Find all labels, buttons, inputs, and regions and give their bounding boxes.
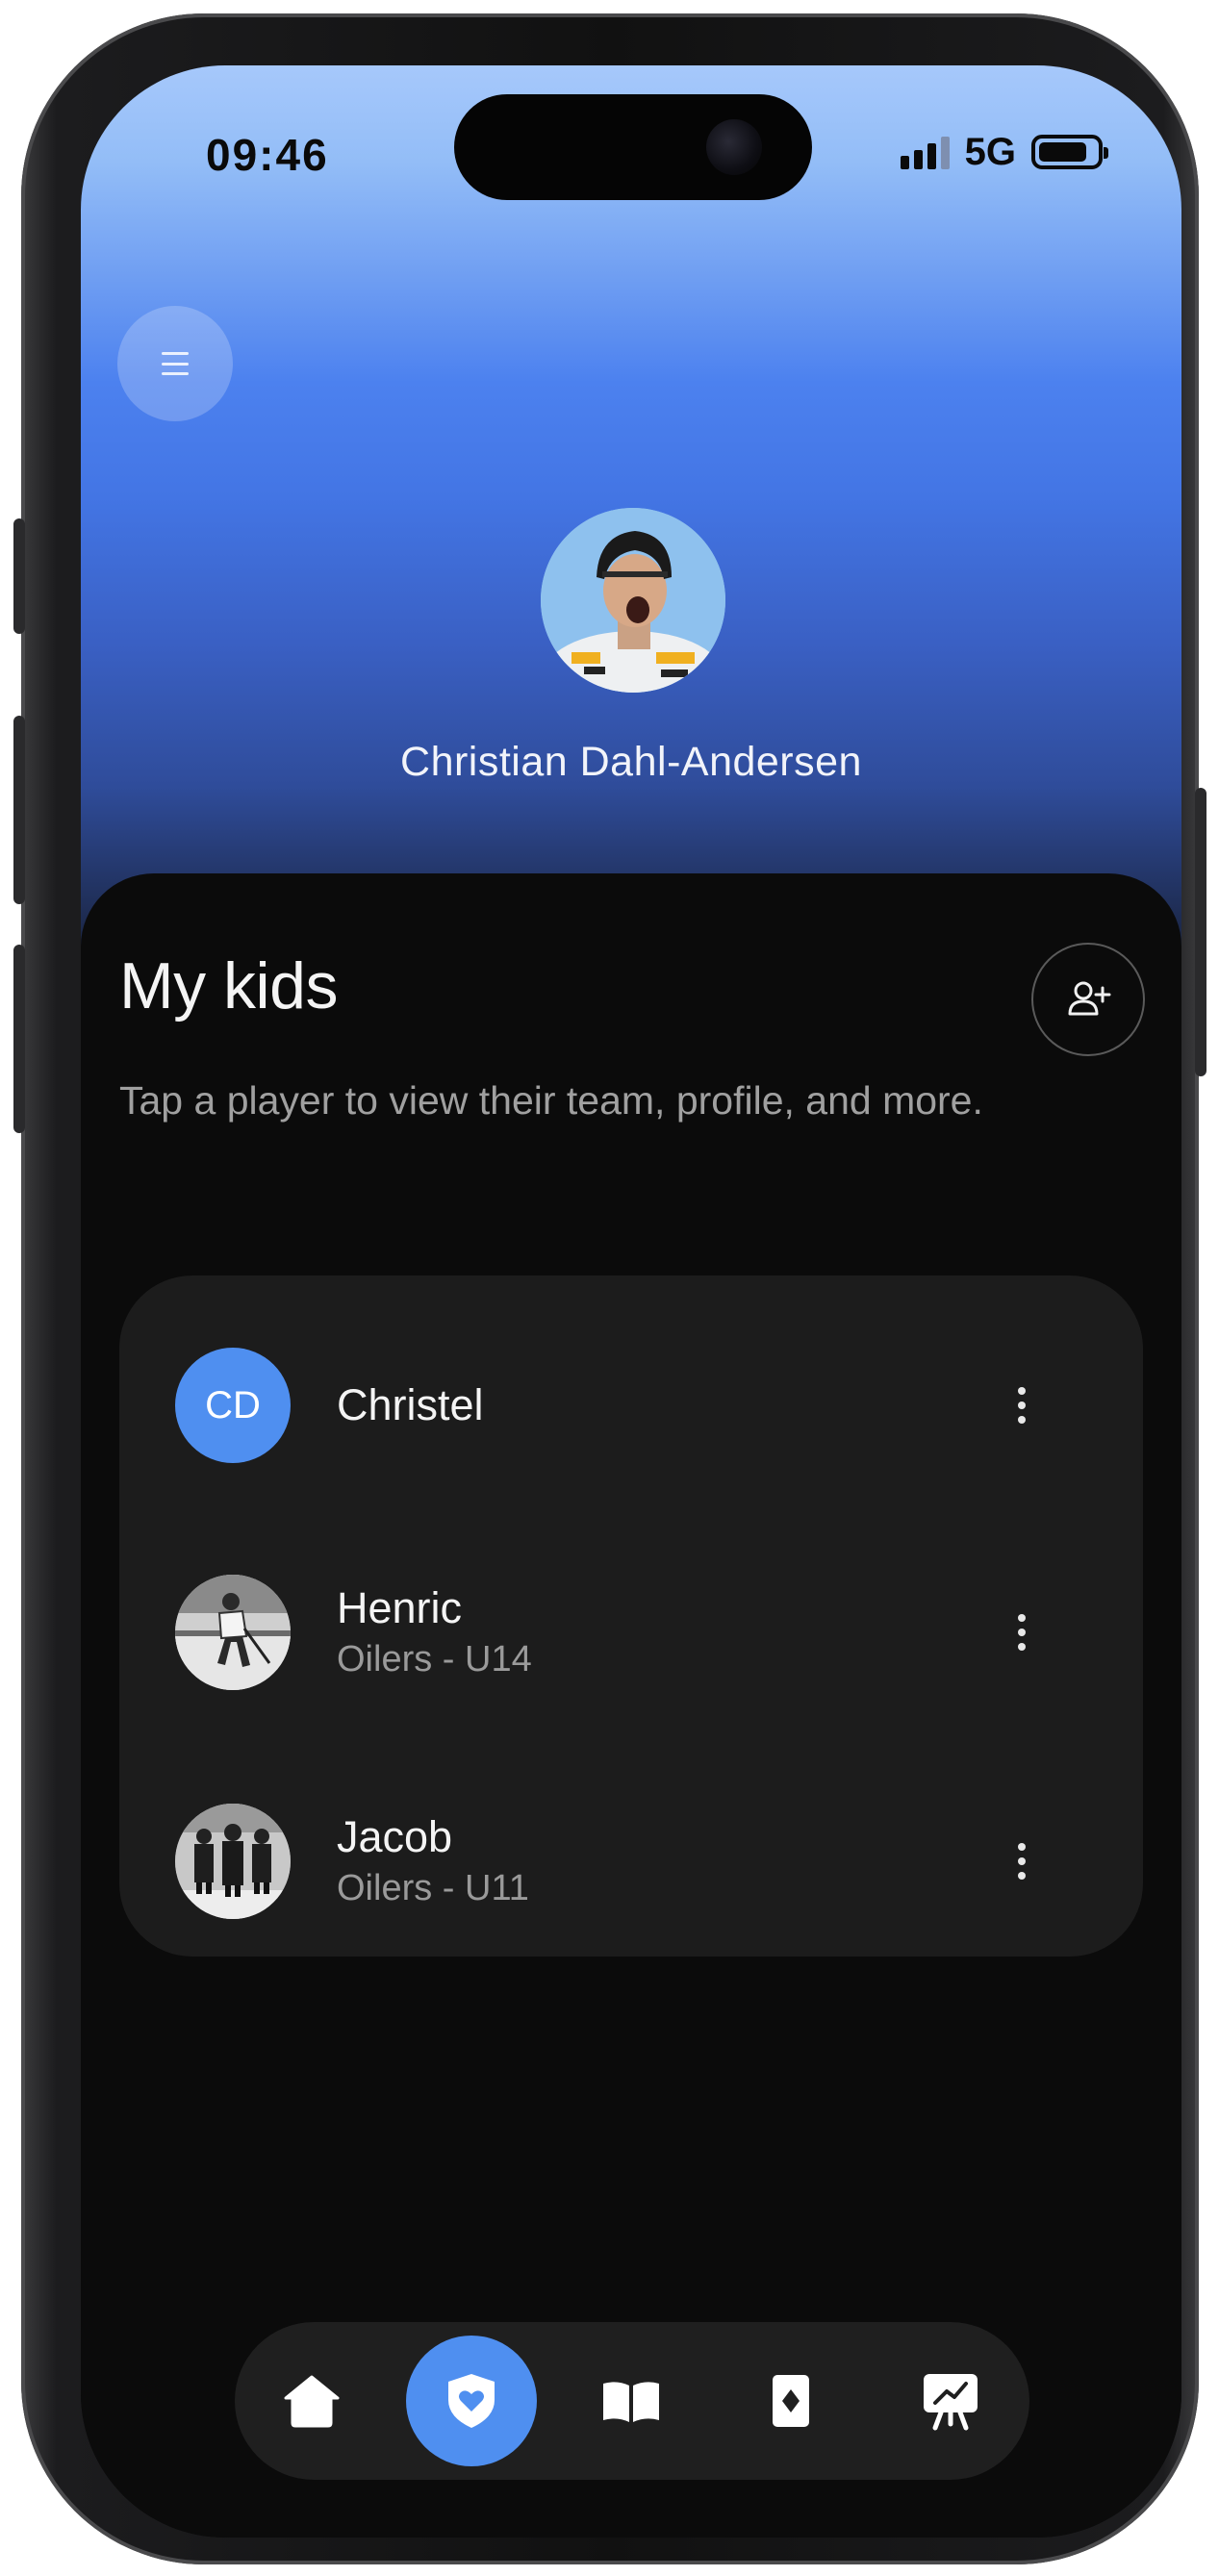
nav-library[interactable]	[566, 2336, 697, 2466]
action-button	[13, 518, 25, 634]
shield-heart-icon	[448, 2374, 495, 2428]
phone-frame: 09:46 5G Christian Dahl-Andersen My kids…	[13, 13, 1206, 2564]
presentation-board-icon	[924, 2374, 978, 2431]
home-icon	[284, 2375, 340, 2428]
profile-avatar[interactable]	[541, 508, 725, 693]
more-options-button[interactable]	[1003, 1604, 1041, 1661]
more-vertical-icon	[1018, 1387, 1026, 1424]
app-screen: 09:46 5G Christian Dahl-Andersen My kids…	[81, 65, 1181, 2538]
kid-name: Jacob	[337, 1812, 453, 1861]
kid-name: Henric	[337, 1583, 463, 1632]
kid-avatar	[175, 1575, 291, 1690]
kids-list: CD Christel Henric Oilers - U14 Jacob Oi…	[119, 1275, 1143, 1957]
more-options-button[interactable]	[1003, 1832, 1041, 1890]
nav-home[interactable]	[246, 2336, 377, 2466]
kid-row-jacob[interactable]: Jacob Oilers - U11	[119, 1789, 1143, 1933]
kid-row-henric[interactable]: Henric Oilers - U14	[119, 1560, 1143, 1705]
more-vertical-icon	[1018, 1614, 1026, 1651]
network-label: 5G	[964, 130, 1016, 173]
profile-name: Christian Dahl-Andersen	[400, 739, 862, 785]
menu-icon	[162, 352, 189, 375]
menu-button[interactable]	[117, 306, 233, 421]
book-icon	[603, 2382, 659, 2422]
card-icon	[773, 2375, 809, 2427]
add-kid-button[interactable]	[1031, 943, 1145, 1056]
kids-sheet: My kids Tap a player to view their team,…	[81, 873, 1181, 2538]
power-button	[1195, 788, 1206, 1076]
battery-icon	[1031, 135, 1108, 169]
hockey-player-photo	[541, 508, 725, 693]
nav-cards[interactable]	[725, 2336, 856, 2466]
kid-team: Oilers - U11	[337, 1868, 529, 1908]
status-time: 09:46	[206, 130, 329, 180]
team-photo	[175, 1804, 291, 1919]
player-photo	[175, 1575, 291, 1690]
status-indicators: 5G	[900, 130, 1108, 173]
add-user-icon	[1068, 981, 1111, 1016]
kid-name: Christel	[337, 1380, 484, 1429]
kid-row-christel[interactable]: CD Christel	[119, 1333, 1143, 1477]
kid-avatar	[175, 1804, 291, 1919]
more-vertical-icon	[1018, 1843, 1026, 1880]
volume-up-button	[13, 716, 25, 904]
section-title: My kids	[119, 949, 338, 1023]
nav-coaching[interactable]	[885, 2336, 1016, 2466]
kid-avatar: CD	[175, 1348, 291, 1463]
signal-icon	[900, 135, 950, 169]
bottom-navigation	[235, 2322, 1029, 2480]
kid-team: Oilers - U14	[337, 1639, 532, 1679]
camera-icon	[706, 119, 762, 175]
dynamic-island	[454, 94, 812, 200]
nav-kids[interactable]	[406, 2336, 537, 2466]
section-description: Tap a player to view their team, profile…	[119, 1078, 983, 1123]
more-options-button[interactable]	[1003, 1376, 1041, 1434]
volume-down-button	[13, 945, 25, 1133]
